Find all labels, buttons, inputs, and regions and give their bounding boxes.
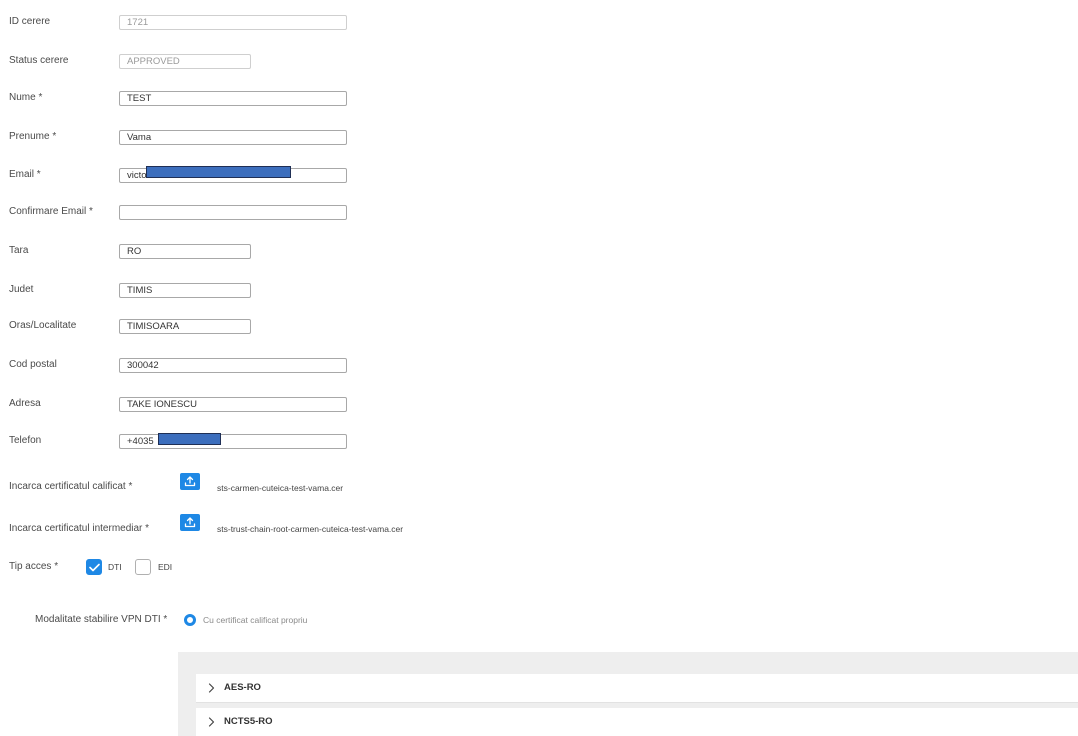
upload-intermediar-filename: sts-trust-chain-root-carmen-cuteica-test… [217, 524, 404, 534]
oras-input[interactable]: TIMISOARA [119, 319, 251, 334]
status-cerere-label: Status cerere [9, 55, 69, 66]
nume-input[interactable]: TEST [119, 91, 347, 106]
checkmark-icon [88, 563, 100, 571]
cod-postal-input[interactable]: 300042 [119, 358, 347, 373]
upload-icon [184, 517, 196, 528]
nume-label: Nume * [9, 92, 43, 103]
prenume-label: Prenume * [9, 131, 57, 142]
tara-input[interactable]: RO [119, 244, 251, 259]
id-cerere-label: ID cerere [9, 16, 51, 27]
tip-acces-label: Tip acces * [9, 561, 59, 572]
email-label: Email * [9, 169, 41, 180]
dti-label: DTI [108, 562, 122, 572]
upload-calificat-button[interactable] [180, 473, 200, 490]
telefon-label: Telefon [9, 435, 42, 446]
cod-postal-label: Cod postal [9, 359, 57, 370]
id-cerere-field: 1721 [119, 15, 347, 30]
accordion-item-ncts5-ro[interactable]: NCTS5-RO [196, 708, 1078, 736]
tara-label: Tara [9, 245, 29, 256]
upload-icon [184, 476, 196, 487]
vpn-radio-cert-propriu[interactable] [184, 614, 196, 626]
vpn-radio-label: Cu certificat calificat propriu [203, 615, 308, 625]
oras-label: Oras/Localitate [9, 320, 77, 331]
adresa-label: Adresa [9, 398, 41, 409]
upload-intermediar-button[interactable] [180, 514, 200, 531]
accordion-panel: AES-RO NCTS5-RO [178, 652, 1078, 736]
judet-label: Judet [9, 284, 34, 295]
dti-checkbox[interactable] [86, 559, 102, 575]
confirmare-email-label: Confirmare Email * [9, 206, 93, 217]
redaction-box [158, 433, 221, 445]
vpn-label: Modalitate stabilire VPN DTI * [35, 614, 168, 625]
prenume-input[interactable]: Vama [119, 130, 347, 145]
accordion-item-aes-ro[interactable]: AES-RO [196, 674, 1078, 703]
judet-input[interactable]: TIMIS [119, 283, 251, 298]
upload-calificat-filename: sts-carmen-cuteica-test-vama.cer [217, 483, 344, 493]
accordion-title: NCTS5-RO [224, 716, 273, 727]
telefon-input[interactable]: +4035 [119, 434, 347, 449]
confirmare-email-input[interactable] [119, 205, 347, 220]
chevron-right-icon [208, 717, 218, 727]
chevron-right-icon [208, 683, 218, 693]
redaction-box [146, 166, 291, 178]
status-cerere-field: APPROVED [119, 54, 251, 69]
request-form-page: ID cerere 1721 Status cerere APPROVED Nu… [0, 0, 1078, 736]
edi-checkbox[interactable] [135, 559, 151, 575]
edi-label: EDI [158, 562, 173, 572]
upload-intermediar-label: Incarca certificatul intermediar * [9, 523, 150, 534]
accordion-title: AES-RO [224, 682, 261, 693]
upload-calificat-label: Incarca certificatul calificat * [9, 481, 133, 492]
adresa-input[interactable]: TAKE IONESCU [119, 397, 347, 412]
